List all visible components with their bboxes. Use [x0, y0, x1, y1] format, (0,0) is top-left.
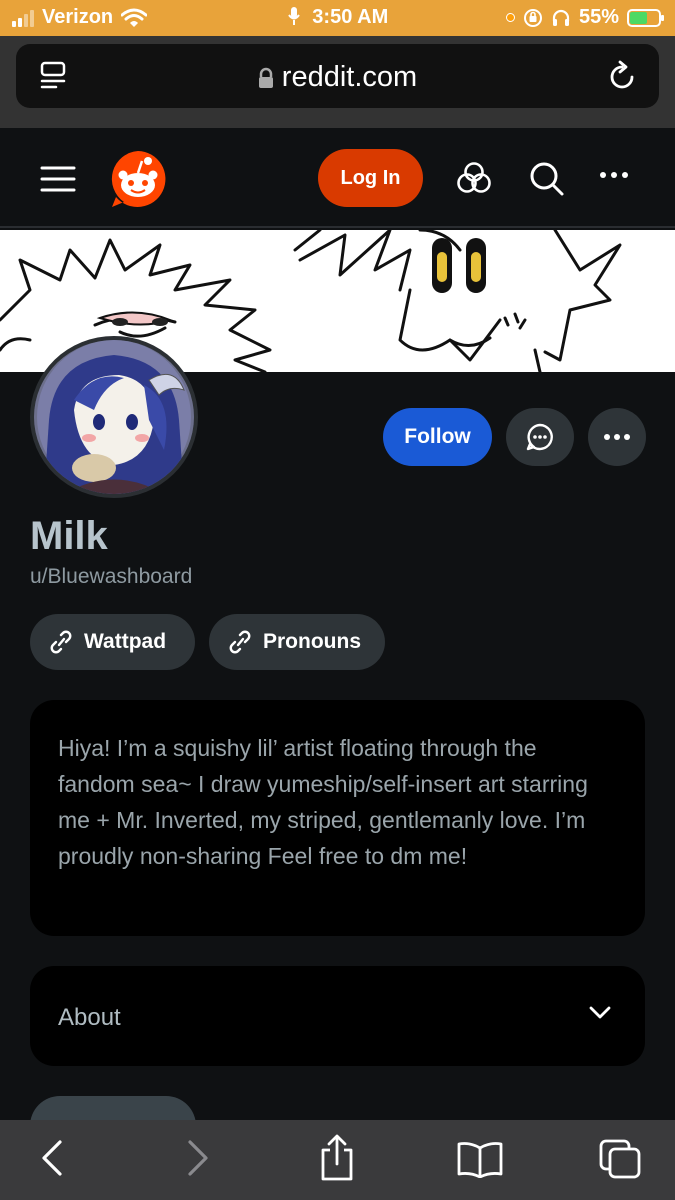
about-section[interactable]: About [30, 966, 645, 1066]
more-dot [604, 434, 610, 440]
tabs-icon[interactable] [598, 1138, 642, 1180]
share-icon[interactable] [318, 1134, 356, 1182]
orange-dot-icon [505, 13, 515, 22]
battery-percent: 55% [578, 6, 619, 28]
username: u/Bluewashboard [30, 565, 193, 588]
chat-icon [526, 423, 553, 451]
search-icon[interactable] [529, 161, 565, 197]
more-dot [614, 434, 620, 440]
apps-icon[interactable] [456, 161, 492, 195]
more-dot [624, 434, 630, 440]
about-label: About [58, 1004, 121, 1031]
avatar[interactable] [30, 336, 198, 498]
address-bar[interactable]: reddit.com [16, 44, 659, 108]
url-display[interactable]: reddit.com [16, 61, 659, 94]
hamburger-icon[interactable] [40, 165, 76, 193]
profile-more-button[interactable] [588, 408, 646, 466]
rotation-lock-icon [523, 8, 542, 27]
status-bar: Verizon 3:50 AM 55% [0, 0, 675, 36]
more-icon[interactable] [600, 172, 628, 178]
headphones-icon [552, 9, 570, 26]
display-name: Milk [30, 514, 108, 558]
social-link-wattpad[interactable]: Wattpad [30, 614, 195, 670]
lock-icon [258, 68, 273, 89]
url-text: reddit.com [281, 61, 418, 93]
browser-chrome: reddit.com [0, 36, 675, 128]
link-label: Pronouns [263, 630, 361, 653]
reload-icon[interactable] [607, 59, 637, 91]
chat-button[interactable] [506, 408, 574, 466]
avatar-illustration [34, 340, 194, 494]
site-header: Log In [0, 128, 675, 228]
bio-card: Hiya! I’m a squishy lil’ artist floating… [30, 700, 645, 936]
bookmarks-icon[interactable] [456, 1140, 504, 1178]
reddit-logo[interactable] [108, 149, 168, 209]
login-button[interactable]: Log In [318, 149, 423, 207]
follow-button[interactable]: Follow [383, 408, 492, 466]
back-icon[interactable] [40, 1138, 64, 1178]
bio-text: Hiya! I’m a squishy lil’ artist floating… [58, 735, 588, 869]
clock: 3:50 AM [312, 6, 389, 28]
forward-icon[interactable] [186, 1138, 210, 1178]
chevron-down-icon[interactable] [589, 1006, 611, 1020]
link-label: Wattpad [84, 630, 167, 653]
battery-icon [627, 8, 664, 27]
bottom-toolbar [0, 1120, 675, 1200]
link-icon [229, 630, 251, 654]
microphone-icon [287, 7, 300, 25]
link-icon [50, 630, 72, 654]
social-link-pronouns[interactable]: Pronouns [209, 614, 385, 670]
